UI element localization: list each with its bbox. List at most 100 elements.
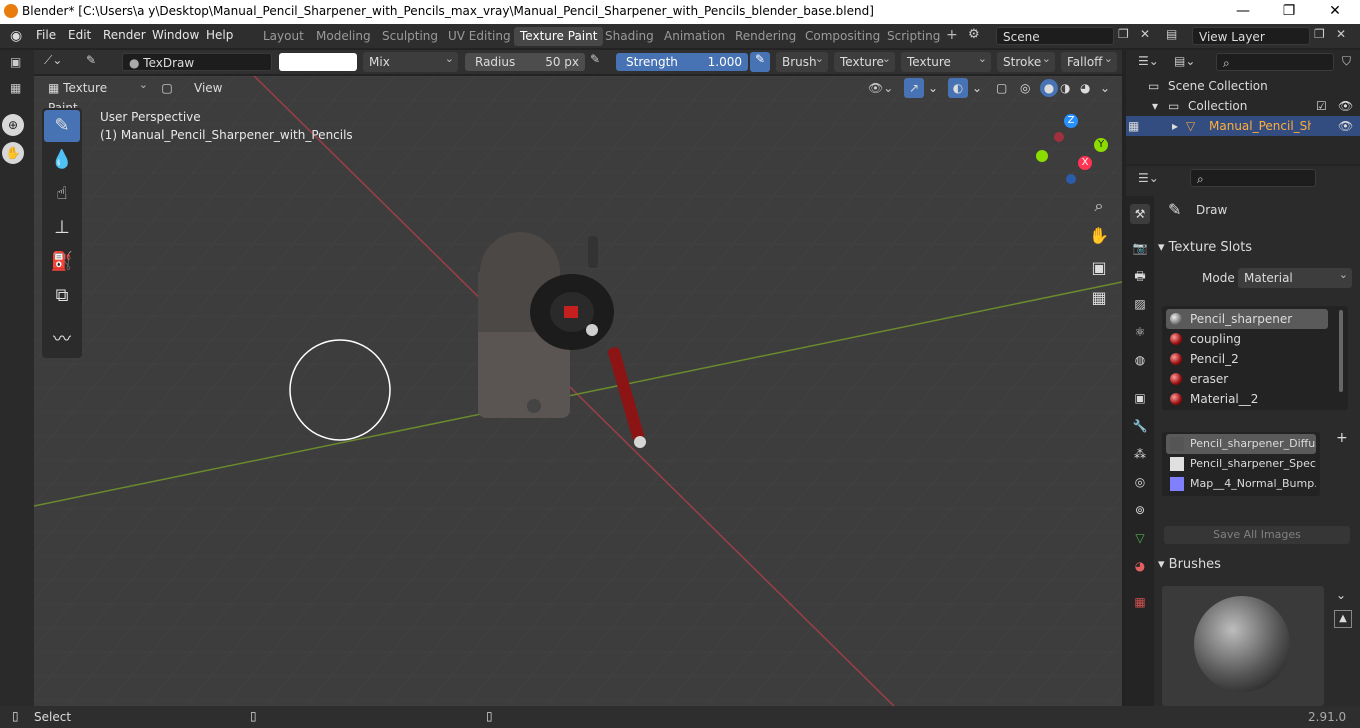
- overlay-dropdown-icon[interactable]: ⌄: [972, 78, 982, 98]
- shading-dropdown-icon[interactable]: ⌄: [1100, 78, 1110, 98]
- brush-preview[interactable]: [1162, 586, 1324, 706]
- scene-selector-icon[interactable]: ⚙: [968, 27, 980, 42]
- new-scene-icon[interactable]: ❐: [1118, 27, 1129, 41]
- properties-search-input[interactable]: ⌕: [1190, 169, 1316, 187]
- camera-view-icon[interactable]: ▣: [1087, 256, 1111, 280]
- smear-tool-icon[interactable]: ☝: [44, 178, 80, 210]
- gizmo-z[interactable]: Z: [1064, 114, 1078, 128]
- brush-icon[interactable]: ✎: [86, 53, 96, 67]
- outliner-display-icon[interactable]: ▤⌄: [1174, 54, 1195, 68]
- radius-pressure-icon[interactable]: ✎: [590, 52, 608, 72]
- menu-window[interactable]: Window: [152, 28, 199, 42]
- outliner-editor-icon[interactable]: ☰⌄: [1138, 54, 1159, 68]
- blender-menu-icon[interactable]: ◉: [10, 28, 22, 44]
- gizmo-toggle-icon[interactable]: ↗: [904, 78, 924, 98]
- draw-tool-icon[interactable]: ✎: [44, 110, 80, 142]
- scene-field[interactable]: Scene: [996, 27, 1114, 45]
- view-layer-icon[interactable]: ▤: [1166, 27, 1177, 41]
- soften-tool-icon[interactable]: 💧: [44, 144, 80, 176]
- texture-mask-dropdown[interactable]: Texture Mask: [901, 49, 991, 89]
- filter-icon[interactable]: ⛉: [1342, 54, 1351, 69]
- image-slot[interactable]: Pencil_sharpener_Diffus...: [1166, 434, 1316, 454]
- save-all-images-button[interactable]: Save All Images: [1164, 526, 1350, 544]
- tab-uv-editing[interactable]: UV Editing: [442, 27, 517, 46]
- world-tab-icon[interactable]: ◍: [1130, 350, 1150, 370]
- tab-layout[interactable]: Layout: [257, 27, 310, 46]
- outliner-search-input[interactable]: ⌕: [1216, 53, 1334, 71]
- visibility-icon[interactable]: 👁⌄: [868, 78, 893, 98]
- material-slot[interactable]: Pencil_sharpener: [1166, 309, 1328, 329]
- tab-texture-paint[interactable]: Texture Paint: [514, 27, 604, 46]
- zoom-view-icon[interactable]: ⌕: [1087, 194, 1111, 218]
- slot-list-scrollbar[interactable]: [1339, 310, 1343, 392]
- radius-slider[interactable]: Radius 50 px: [465, 53, 585, 71]
- blend-mode-dropdown[interactable]: Mix: [363, 49, 458, 72]
- pan-view-icon[interactable]: ✋: [1087, 224, 1111, 248]
- constraints-tab-icon[interactable]: ⊚: [1130, 500, 1150, 520]
- slot-mode-dropdown[interactable]: Material: [1238, 265, 1352, 288]
- new-view-layer-icon[interactable]: ❐: [1314, 27, 1325, 41]
- tab-rendering[interactable]: Rendering: [729, 27, 802, 46]
- outliner-scene-collection[interactable]: ▭ Scene Collection: [1126, 76, 1360, 96]
- annotate-tool-icon[interactable]: 〰: [44, 324, 80, 356]
- material-slot[interactable]: coupling: [1166, 329, 1328, 349]
- mode-dropdown[interactable]: ▦ Texture Paint: [42, 75, 152, 115]
- texture-slots-panel-header[interactable]: ▾ Texture Slots: [1158, 237, 1354, 259]
- maximize-button[interactable]: ❐: [1266, 0, 1312, 24]
- falloff-dropdown[interactable]: Falloff: [1061, 49, 1117, 72]
- view-menu[interactable]: View: [188, 78, 228, 98]
- scene-tab-icon[interactable]: ⚛: [1130, 322, 1150, 342]
- color-swatch[interactable]: [279, 53, 357, 71]
- gizmo-neg-z[interactable]: [1066, 174, 1076, 184]
- image-slot[interactable]: Pencil_sharpener_Spec....: [1166, 454, 1316, 474]
- view-layer-tab-icon[interactable]: ▨: [1130, 294, 1150, 314]
- output-tab-icon[interactable]: 🖶: [1130, 266, 1150, 286]
- clone-tool-icon[interactable]: ⊥: [44, 212, 80, 244]
- strength-pressure-icon[interactable]: ✎: [750, 52, 770, 72]
- xray-toggle-icon[interactable]: ▢: [996, 78, 1007, 98]
- overlay-toggle-icon[interactable]: ◐: [948, 78, 968, 98]
- tab-shading[interactable]: Shading: [599, 27, 660, 46]
- stroke-dropdown[interactable]: Stroke: [997, 49, 1055, 72]
- material-slot[interactable]: eraser: [1166, 369, 1328, 389]
- view-layer-field[interactable]: View Layer: [1192, 27, 1310, 45]
- tab-compositing[interactable]: Compositing: [799, 27, 886, 46]
- brush-menu-icon[interactable]: ⌄: [1336, 588, 1346, 602]
- tab-animation[interactable]: Animation: [658, 27, 731, 46]
- brush-image-icon[interactable]: ▲: [1334, 610, 1352, 628]
- image-slot[interactable]: Map__4_Normal_Bump....: [1166, 474, 1316, 494]
- strength-slider[interactable]: Strength 1.000: [616, 53, 748, 71]
- shading-rendered-icon[interactable]: ◕: [1080, 78, 1090, 98]
- mask-tool-icon[interactable]: ⧉: [44, 280, 80, 312]
- menu-help[interactable]: Help: [206, 28, 233, 42]
- add-texture-icon[interactable]: +: [1336, 430, 1348, 446]
- physics-tab-icon[interactable]: ◎: [1130, 472, 1150, 492]
- outliner-collection[interactable]: ▾ ▭ Collection ☑ 👁: [1126, 96, 1360, 116]
- eye-icon[interactable]: 👁: [1338, 96, 1353, 116]
- shading-solid-icon[interactable]: ●: [1040, 79, 1058, 97]
- gizmo-neg-y[interactable]: [1036, 150, 1048, 162]
- mask-toggle-icon[interactable]: ▢: [158, 78, 176, 98]
- object-tab-icon[interactable]: ▣: [1130, 388, 1150, 408]
- expand-icon[interactable]: ▾: [1152, 96, 1158, 116]
- editor-type-icon[interactable]: ▣: [10, 55, 21, 69]
- gizmo-neg-x[interactable]: [1054, 132, 1064, 142]
- data-tab-icon[interactable]: ▽: [1130, 528, 1150, 548]
- outliner-object[interactable]: ▦ ▸ ▽ Manual_Pencil_Sharp 👁: [1126, 116, 1360, 136]
- close-button[interactable]: ✕: [1312, 0, 1358, 24]
- material-slot[interactable]: Material__2: [1166, 389, 1328, 409]
- texture-tab-icon[interactable]: ▦: [1130, 592, 1150, 612]
- navigation-gizmo[interactable]: Z Y X: [1030, 112, 1108, 184]
- gizmo-dropdown-icon[interactable]: ⌄: [928, 78, 938, 98]
- menu-file[interactable]: File: [36, 28, 56, 42]
- expand-icon[interactable]: ▸: [1172, 116, 1178, 136]
- brush-name-field[interactable]: ● TexDraw: [122, 53, 272, 71]
- texture-dropdown[interactable]: Texture: [834, 49, 895, 72]
- brush-dropdown[interactable]: Brush: [776, 49, 828, 72]
- checkbox-icon[interactable]: ☑: [1316, 96, 1327, 116]
- viewport-canvas[interactable]: [34, 76, 1122, 706]
- delete-scene-icon[interactable]: ✕: [1140, 27, 1150, 41]
- zoom-icon[interactable]: ⊕: [2, 114, 24, 136]
- shading-wireframe-icon[interactable]: ◎: [1020, 78, 1030, 98]
- menu-render[interactable]: Render: [103, 28, 146, 42]
